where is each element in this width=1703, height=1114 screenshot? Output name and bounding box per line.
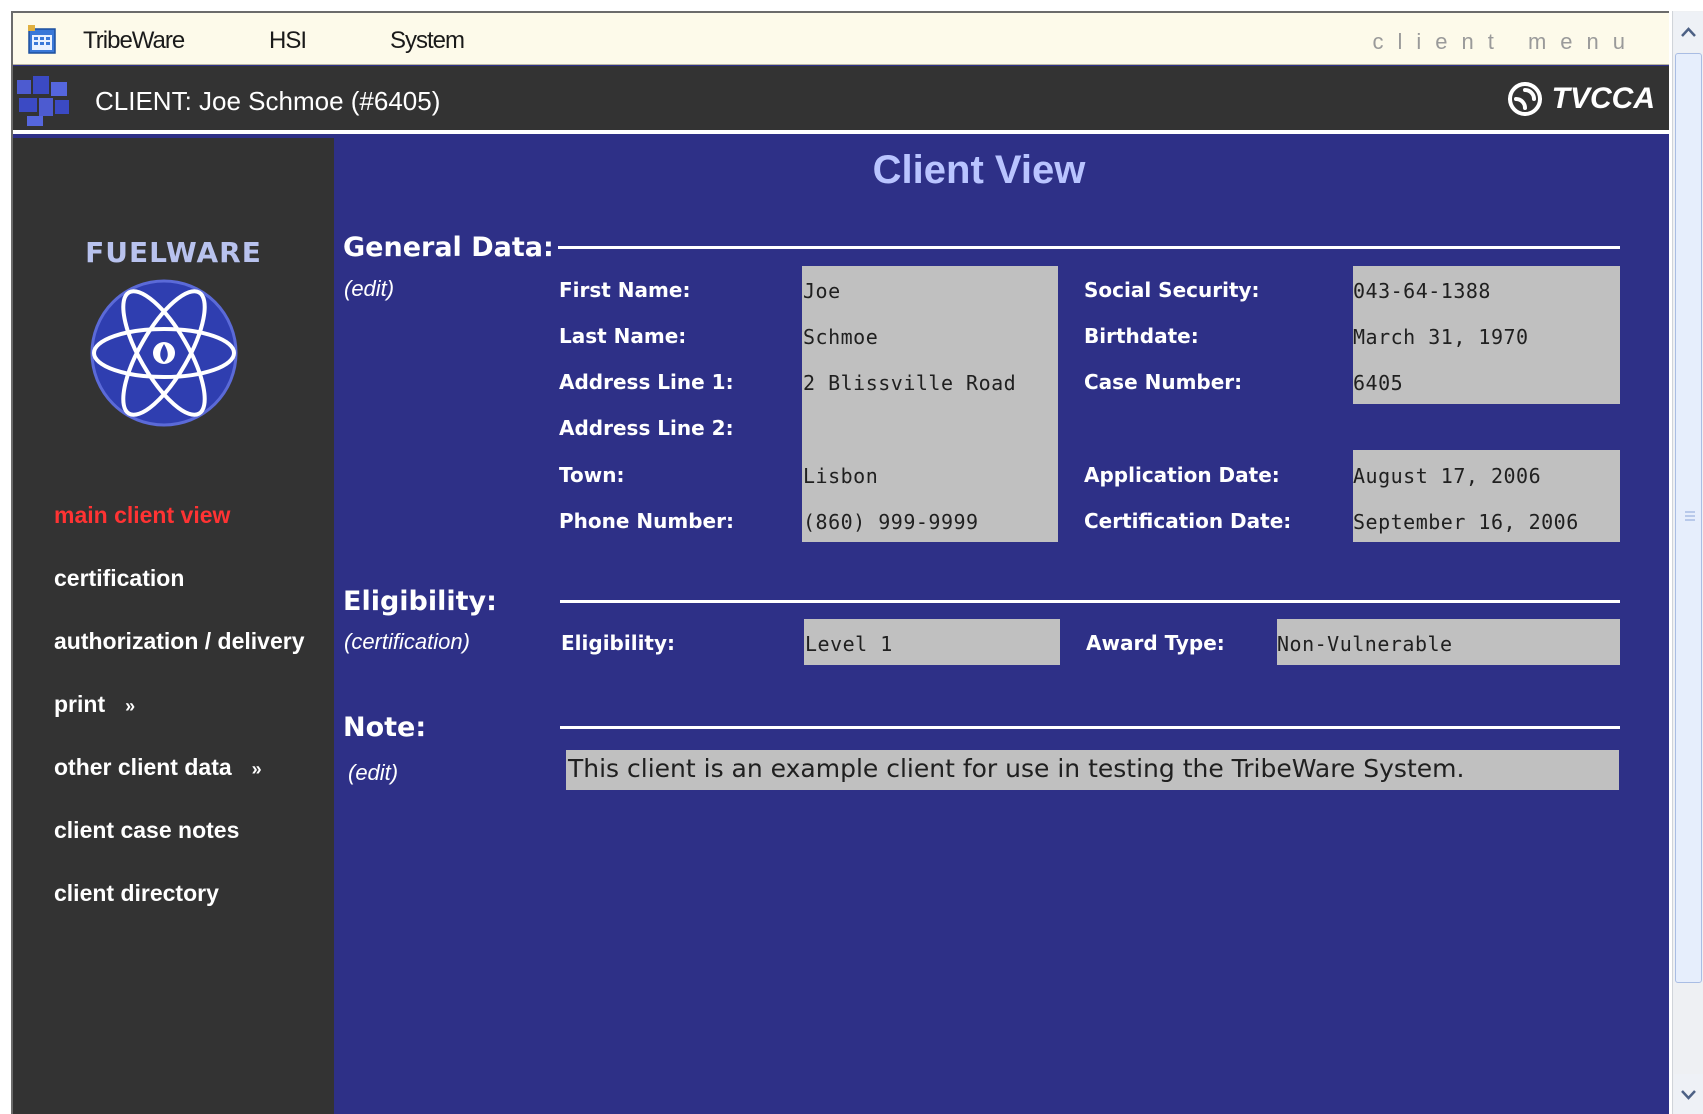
scroll-up-icon — [1681, 27, 1696, 37]
eligibility-divider — [560, 600, 1620, 603]
nav-client-directory[interactable]: client directory — [54, 880, 219, 907]
address1-label: Address Line 1: — [559, 370, 734, 394]
scroll-down-icon — [1681, 1090, 1696, 1100]
menu-tribeware[interactable]: TribeWare — [83, 27, 185, 55]
nav-print[interactable]: print » — [54, 691, 135, 718]
scroll-up-button[interactable] — [1674, 12, 1703, 52]
eligibility-label: Eligibility: — [561, 631, 676, 655]
general-edit-link[interactable]: (edit) — [344, 276, 394, 302]
note-title: Note: — [343, 712, 427, 743]
nav-print-label: print — [54, 691, 106, 717]
eligibility-title: Eligibility: — [343, 586, 497, 617]
menubar: TribeWare HSI System client menu — [13, 13, 1669, 65]
fuelware-brand: FUELWARE — [85, 236, 262, 269]
nav-authorization-delivery[interactable]: authorization / delivery — [54, 628, 305, 655]
first-name-value: Joe — [803, 279, 841, 303]
phone-value: (860) 999-9999 — [803, 510, 979, 534]
last-name-label: Last Name: — [559, 324, 687, 348]
client-header: CLIENT: Joe Schmoe (#6405) TVCCA — [13, 66, 1669, 134]
note-divider — [560, 726, 1620, 729]
calendar-icon[interactable] — [27, 23, 57, 55]
eligibility-value: Level 1 — [805, 632, 893, 656]
application-date-value: August 17, 2006 — [1353, 464, 1542, 488]
nav-main-client-view[interactable]: main client view — [54, 502, 230, 529]
case-number-value: 6405 — [1353, 371, 1404, 395]
org-name: TVCCA — [1551, 82, 1655, 115]
general-left-values-box — [802, 266, 1058, 542]
general-data-divider — [558, 246, 1620, 249]
scroll-down-button[interactable] — [1674, 1074, 1703, 1114]
client-menu-button[interactable]: client menu — [1372, 29, 1639, 55]
note-text: This client is an example client for use… — [568, 754, 1465, 783]
scroll-thumb[interactable] — [1675, 53, 1702, 983]
general-data-title: General Data: — [343, 232, 554, 263]
client-logo-icon — [17, 76, 69, 126]
last-name-value: Schmoe — [803, 325, 879, 349]
phone-label: Phone Number: — [559, 509, 734, 533]
town-value: Lisbon — [803, 464, 879, 488]
tvcca-logo-icon — [1507, 82, 1542, 116]
chevron-right-icon: » — [251, 759, 262, 779]
menu-hsi[interactable]: HSI — [269, 27, 307, 55]
application-date-label: Application Date: — [1084, 463, 1280, 487]
nav-client-case-notes[interactable]: client case notes — [54, 817, 239, 844]
eligibility-certification-link[interactable]: (certification) — [344, 629, 470, 655]
address2-label: Address Line 2: — [559, 416, 734, 440]
note-edit-link[interactable]: (edit) — [348, 760, 398, 786]
case-number-label: Case Number: — [1084, 370, 1243, 394]
award-type-value: Non-Vulnerable — [1277, 632, 1453, 656]
scroll-grip-icon — [1685, 511, 1695, 521]
sidebar: FUELWARE main client view certification … — [13, 138, 334, 1114]
menu-system[interactable]: System — [390, 27, 465, 55]
award-type-label: Award Type: — [1086, 631, 1225, 655]
main-content: Client View General Data: (edit) First N… — [334, 138, 1669, 1114]
nav-other-client-data[interactable]: other client data » — [54, 754, 262, 781]
nav-certification[interactable]: certification — [54, 565, 184, 592]
vertical-scrollbar[interactable] — [1672, 11, 1703, 1114]
address1-value: 2 Blissville Road — [803, 371, 1017, 395]
birthdate-label: Birthdate: — [1084, 324, 1199, 348]
first-name-label: First Name: — [559, 278, 691, 302]
client-title: CLIENT: Joe Schmoe (#6405) — [95, 86, 441, 116]
ssn-value: 043-64-1388 — [1353, 279, 1491, 303]
nav-other-client-data-label: other client data — [54, 754, 232, 780]
town-label: Town: — [559, 463, 625, 487]
fuelware-atom-icon — [90, 279, 238, 427]
birthdate-value: March 31, 1970 — [1353, 325, 1529, 349]
chevron-right-icon: » — [125, 696, 136, 716]
ssn-label: Social Security: — [1084, 278, 1260, 302]
certification-date-value: September 16, 2006 — [1353, 510, 1579, 534]
page-title: Client View — [872, 148, 1086, 192]
tvcca-logo: TVCCA — [1506, 80, 1655, 118]
certification-date-label: Certification Date: — [1084, 509, 1292, 533]
